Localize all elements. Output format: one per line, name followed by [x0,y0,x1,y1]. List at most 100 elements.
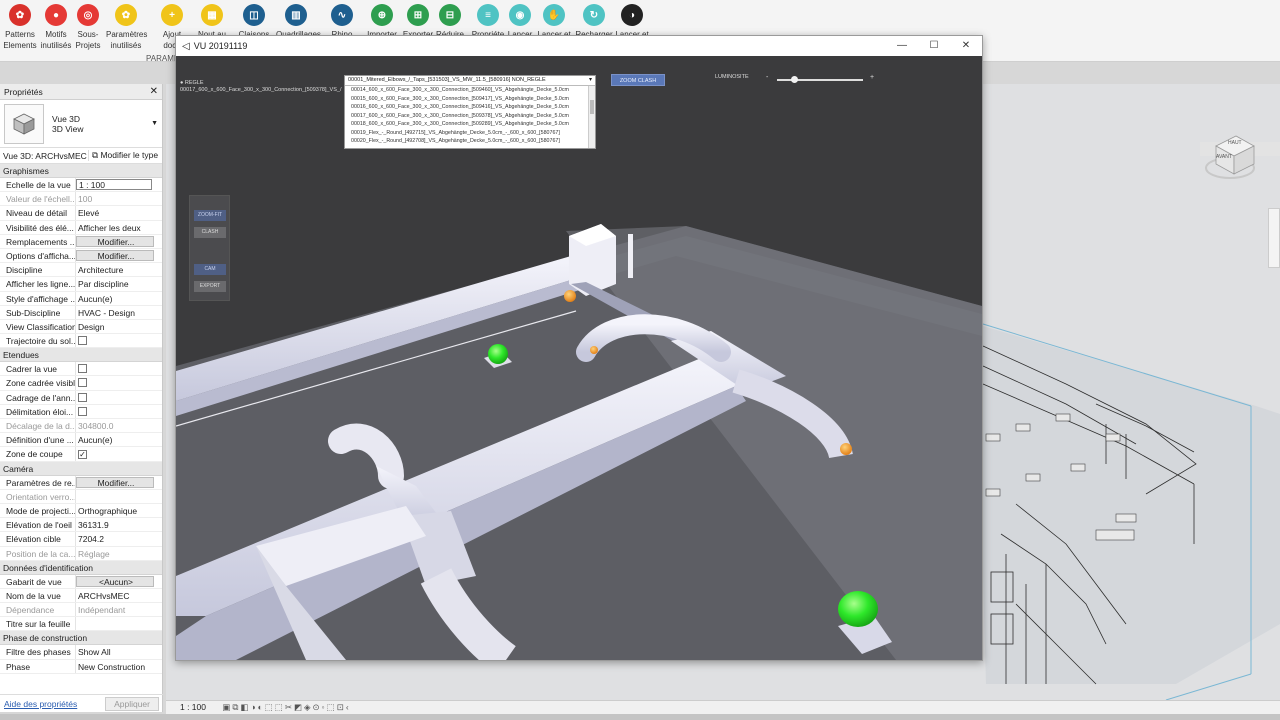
property-name: View Classification [0,319,76,334]
clash-dropdown-selected[interactable]: 00001_Mitered_Elbows_/_Taps_[531503]_VS_… [345,76,595,86]
checkbox-icon[interactable] [78,364,87,374]
cam-button[interactable]: CAM [194,264,226,275]
clash-button[interactable]: CLASH [194,227,226,238]
clash-list-dropdown[interactable]: 00001_Mitered_Elbows_/_Taps_[531503]_VS_… [344,75,596,149]
ribbon-tool-icon: ◫ [243,4,265,26]
zoom-fit-button[interactable]: ZOOM-FIT [194,210,226,221]
ribbon-button[interactable]: ◎ Sous- Projets [68,4,108,51]
clash-list-item[interactable]: 00017_600_x_600_Face_300_x_300_Connectio… [345,112,595,121]
property-row: Décalage de la d... 304800.0 [0,419,162,434]
property-edit-button[interactable]: <Aucun> [76,575,154,587]
ribbon-tool-icon: ✋ [543,4,565,26]
view-cube[interactable]: HAUT AVANT [1196,128,1256,184]
close-button[interactable]: ✕ [950,36,982,56]
ribbon-tool-icon: + [161,4,183,26]
clash-list-item[interactable]: 00018_600_x_600_Face_300_x_300_Connectio… [345,120,595,129]
property-value[interactable]: Design [76,320,162,333]
property-value[interactable]: Elevé [76,206,162,219]
view-type-selector[interactable]: Vue 3D 3D View ▼ [0,100,162,148]
property-value[interactable]: ARCHvsMEC [76,589,162,602]
clash-list-item[interactable]: 00014_600_x_600_Face_300_x_300_Connectio… [345,86,595,95]
instance-selector-row: Vue 3D: ARCHvsMEC ⧉ Modifier le type [0,148,162,164]
property-edit-button[interactable]: Modifier... [76,249,154,262]
ribbon-button[interactable]: ✿ Paramètres inutilisés [106,4,147,51]
property-value[interactable]: Aucun(e) [76,433,162,446]
checkbox-icon[interactable] [78,392,87,402]
clash-list-item[interactable]: 00019_Flex_-_Round_[492715]_VS_Abgehängt… [345,129,595,138]
property-name: Elévation de l'oeil [0,518,76,532]
maximize-button[interactable]: ☐ [918,36,950,56]
property-value[interactable]: HVAC - Design [76,306,162,319]
property-name: Visibilité des élé... [0,220,76,234]
property-checkbox[interactable] [76,362,162,375]
property-value[interactable]: Afficher les deux [76,221,162,234]
property-row: Sub-Discipline HVAC - Design [0,305,162,320]
property-value[interactable]: 1 : 100 [76,179,152,191]
view-scale[interactable]: 1 : 100 [180,702,206,712]
property-checkbox[interactable]: ✓ [76,447,162,460]
ribbon-button[interactable]: ✿ Patterns Elements [0,4,40,51]
property-value[interactable]: Architecture [76,263,162,276]
property-section-header[interactable]: Graphismes [0,164,162,178]
property-checkbox[interactable] [76,405,162,418]
apply-button[interactable]: Appliquer [105,696,159,711]
navigation-bar[interactable] [1268,208,1280,268]
property-row: Titre sur la feuille [0,617,162,632]
ribbon-tool-icon: ⊞ [407,4,429,26]
property-row: Afficher les ligne... Par discipline [0,277,162,292]
property-name: Elévation cible [0,532,76,546]
property-section-header[interactable]: Caméra [0,461,162,476]
property-edit-button[interactable]: Modifier... [76,476,154,488]
ribbon-tool-icon: ▦ [201,4,223,26]
property-edit-button[interactable]: Modifier... [76,235,154,247]
property-checkbox[interactable] [76,391,162,404]
property-value[interactable]: Aucun(e) [76,292,162,305]
property-name: Décalage de la d... [0,419,76,433]
instance-selector[interactable]: Vue 3D: ARCHvsMEC [0,151,88,161]
ribbon-tool-icon: ⊟ [439,4,461,26]
property-value[interactable]: Orthographique [76,504,162,517]
edit-type-button[interactable]: ⧉ Modifier le type [88,150,162,161]
property-value[interactable]: 7204.2 [76,532,162,545]
property-name: Niveau de détail [0,206,76,220]
export-button[interactable]: EXPORT [194,281,226,292]
minimize-button[interactable]: — [886,36,918,56]
regle-toggle[interactable]: ● REGLE [180,80,204,86]
property-checkbox[interactable] [76,334,162,347]
property-value: 304800.0 [78,421,114,431]
checkbox-icon[interactable] [78,336,87,346]
checkbox-icon[interactable]: ✓ [78,450,87,460]
property-value[interactable]: Par discipline [76,277,162,290]
property-value[interactable]: New Construction [76,660,162,673]
3d-scene-viewport[interactable]: ● REGLE 00017_600_x_600_Face_300_x_300_C… [176,56,982,660]
checkbox-icon[interactable] [78,378,87,388]
ribbon-tool-icon: ◑ [621,4,643,26]
property-section-header[interactable]: Phase de construction [0,631,162,646]
property-row: Niveau de détail Elevé [0,206,162,221]
property-row: Mode de projecti... Orthographique [0,503,162,519]
property-row: Zone de coupe ✓ [0,447,162,462]
checkbox-icon[interactable] [78,406,87,416]
property-value[interactable] [76,617,162,630]
luminosity-plus[interactable]: + [870,74,874,81]
close-icon[interactable]: ✕ [150,86,158,97]
dropdown-scrollbar[interactable] [588,86,595,148]
property-row: Gabarit de vue <Aucun> [0,574,162,589]
property-checkbox[interactable] [76,376,162,389]
luminosity-slider-track[interactable] [777,79,863,81]
property-section-header[interactable]: Etendues [0,348,162,363]
properties-help-link[interactable]: Aide des propriétés [4,699,77,709]
property-name: Phase [0,659,76,673]
luminosity-minus[interactable]: - [766,74,768,81]
property-name: Sub-Discipline [0,305,76,319]
clash-list-item[interactable]: 00015_600_x_600_Face_300_x_300_Connectio… [345,95,595,104]
property-value[interactable]: Show All [76,645,162,658]
property-section-header[interactable]: Données d'identification [0,560,162,575]
zoom-clash-button[interactable]: ZOOM CLASH [611,74,665,86]
property-value[interactable]: 36131.9 [76,518,162,531]
clash-list-item[interactable]: 00016_600_x_600_Face_300_x_300_Connectio… [345,103,595,112]
clash-list-item[interactable]: 00020_Flex_-_Round_[492708]_VS_Abgehängt… [345,137,595,146]
property-value: 100 [78,194,93,205]
property-name: Définition d'une ... [0,433,76,447]
property-value: Indépendant [78,605,126,616]
